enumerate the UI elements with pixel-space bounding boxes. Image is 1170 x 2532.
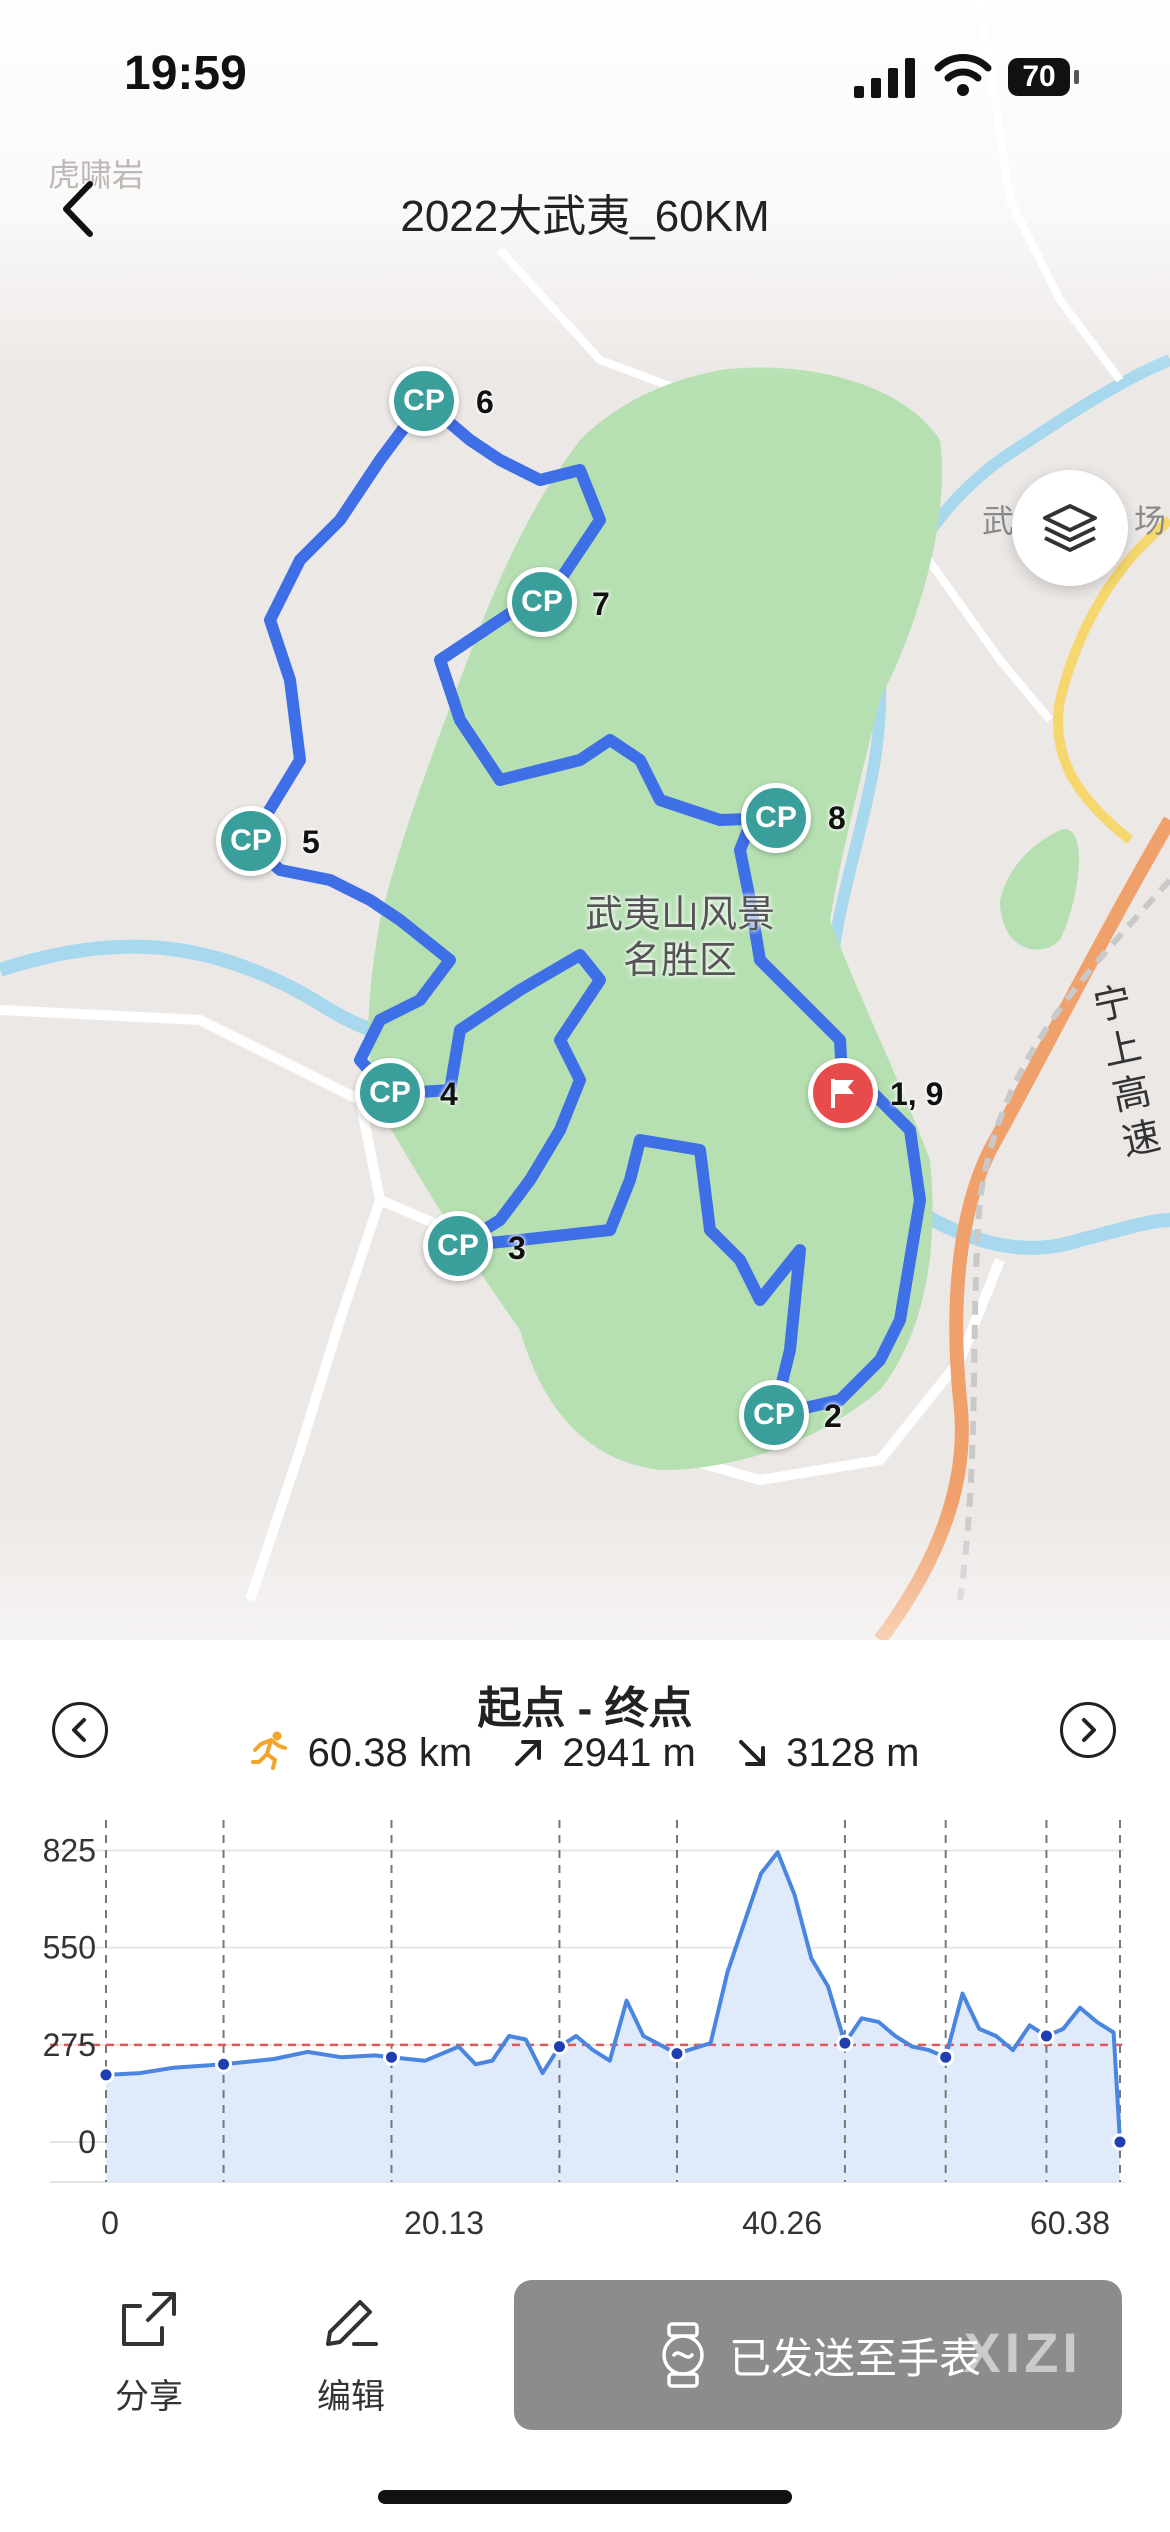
checkpoint-dot <box>668 2045 686 2063</box>
watch-icon <box>662 2322 704 2388</box>
y-tick-label: 550 <box>43 1930 96 1966</box>
x-tick-label: 60.38 <box>1030 2205 1110 2240</box>
send-to-watch-label: 已发送至手表 <box>728 2334 981 2382</box>
segment-title: 起点 - 终点 <box>477 1684 693 1733</box>
checkpoint-dot <box>836 2034 854 2052</box>
share-label: 分享 <box>115 2378 183 2416</box>
wifi-icon <box>934 54 992 96</box>
edit-label: 编辑 <box>317 2378 385 2416</box>
elevation-chart-svg: 825 550 275 0 0 20.13 40.26 60.38 <box>43 1820 1129 2241</box>
edit-button[interactable]: 编辑 <box>286 2288 416 2418</box>
checkpoint-8[interactable]: CP <box>741 783 811 853</box>
home-indicator <box>378 2490 792 2504</box>
ascent-stat: 2941 m <box>511 1731 696 1776</box>
distance-value: 60.38 km <box>307 1731 473 1775</box>
checkpoint-6[interactable]: CP <box>389 366 459 436</box>
y-axis-ticks: 825 550 275 0 <box>43 1833 96 2161</box>
checkpoint-6-number: 6 <box>476 384 494 420</box>
watermark: XIZI <box>963 2321 1082 2384</box>
page-title: 2022大武夷_60KM <box>400 192 770 241</box>
arrow-down-right-icon <box>738 1740 765 1766</box>
x-tick-label: 40.26 <box>742 2205 822 2240</box>
map-layers-button[interactable] <box>1012 470 1128 586</box>
flag-icon <box>831 1079 854 1108</box>
start-finish-number: 1, 9 <box>890 1076 944 1112</box>
share-icon <box>122 2292 176 2346</box>
nav-bar: 2022大武夷_60KM <box>0 150 1170 270</box>
checkpoint-dot <box>1111 2133 1129 2151</box>
checkpoint-dot <box>550 2038 568 2056</box>
status-bar: 19:59 70 <box>0 0 1170 140</box>
distance-stat: 60.38 km <box>250 1730 473 1776</box>
checkpoint-7-number: 7 <box>592 586 610 622</box>
checkpoint-dot <box>215 2055 233 2073</box>
send-to-watch-button[interactable]: 已发送至手表 XIZI <box>514 2280 1122 2430</box>
x-tick-label: 0 <box>101 2205 119 2240</box>
y-tick-label: 825 <box>43 1833 96 1869</box>
checkpoint-4-number: 4 <box>440 1076 458 1112</box>
segment-stats: 60.38 km 2941 m 3128 m <box>0 1730 1170 1776</box>
cellular-signal-icon <box>854 58 915 98</box>
edit-pencil-icon <box>326 2300 378 2346</box>
checkpoint-3-number: 3 <box>508 1230 526 1266</box>
checkpoint-3[interactable]: CP <box>423 1211 493 1281</box>
map-label-partial: 武 <box>982 503 1015 539</box>
ascent-value: 2941 m <box>562 1731 696 1775</box>
map-label-partial-2: 场 <box>1134 503 1167 539</box>
bottom-action-bar: 分享 编辑 已发送至手表 XIZI <box>0 2268 1170 2438</box>
checkpoint-dot <box>1037 2027 1055 2045</box>
elevation-area <box>106 1852 1120 2182</box>
share-button[interactable]: 分享 <box>84 2288 214 2418</box>
layers-icon <box>1043 504 1097 552</box>
x-tick-label: 20.13 <box>404 2205 484 2240</box>
status-time: 19:59 <box>124 47 247 100</box>
checkpoint-8-number: 8 <box>828 800 846 836</box>
park-name-label: 武夷山风景名胜区 <box>584 894 775 982</box>
battery-nub <box>1074 70 1079 84</box>
runner-icon <box>250 1731 287 1770</box>
checkpoint-2[interactable]: CP <box>739 1380 809 1450</box>
elevation-chart[interactable]: 825 550 275 0 0 20.13 40.26 60.38 <box>0 1810 1170 2241</box>
checkpoint-2-number: 2 <box>824 1398 842 1434</box>
checkpoint-5[interactable]: CP <box>216 806 286 876</box>
y-tick-label: 0 <box>78 2124 96 2160</box>
checkpoint-dot <box>97 2066 115 2084</box>
descent-value: 3128 m <box>786 1731 920 1775</box>
checkpoint-5-number: 5 <box>302 824 320 860</box>
y-tick-label: 275 <box>43 2027 96 2063</box>
arrow-up-right-icon <box>515 1740 542 1766</box>
elevation-fill <box>106 1852 1120 2182</box>
x-axis-ticks: 0 20.13 40.26 60.38 <box>101 2205 1110 2241</box>
start-finish-marker[interactable] <box>808 1058 878 1128</box>
checkpoint-dot <box>382 2048 400 2066</box>
battery-indicator: 70 <box>1008 58 1070 96</box>
descent-stat: 3128 m <box>735 1731 920 1776</box>
checkpoint-4[interactable]: CP <box>355 1058 425 1128</box>
checkpoint-7[interactable]: CP <box>507 567 577 637</box>
checkpoint-dot <box>937 2048 955 2066</box>
